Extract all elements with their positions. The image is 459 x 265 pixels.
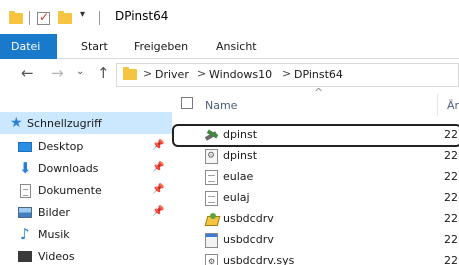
nav-label: Dokumente — [38, 184, 102, 197]
column-divider[interactable] — [437, 94, 438, 116]
catalog-file-icon — [205, 233, 218, 248]
nav-label: Videos — [38, 250, 75, 263]
nav-item-downloads[interactable]: ⬇ Downloads 📌 — [0, 158, 172, 180]
file-date: 22 — [444, 212, 458, 225]
tab-start[interactable]: Start — [81, 40, 108, 53]
setup-info-icon — [205, 212, 218, 227]
window-title: DPinst64 — [115, 9, 169, 23]
file-name: eulaj — [223, 191, 250, 204]
pin-icon[interactable]: 📌 — [152, 206, 164, 217]
quick-access-group[interactable]: ★ Schnellzugriff — [0, 112, 172, 134]
nav-label: Bilder — [38, 206, 70, 219]
file-name: usbdcdrv — [223, 233, 274, 246]
nav-item-bilder[interactable]: Bilder 📌 — [0, 202, 172, 224]
file-name: usbdcdrv.sys — [223, 254, 295, 265]
pin-icon[interactable]: 📌 — [152, 162, 164, 173]
properties-check-icon[interactable]: ✓ — [37, 10, 50, 25]
highlight-callout — [172, 124, 459, 147]
back-arrow-icon[interactable]: ← — [21, 64, 34, 82]
nav-label: Desktop — [38, 140, 84, 153]
system-file-icon — [205, 254, 218, 265]
pin-icon[interactable]: 📌 — [152, 140, 164, 151]
quick-access-label: Schnellzugriff — [27, 117, 102, 130]
download-arrow-icon: ⬇ — [19, 159, 32, 177]
file-row[interactable]: usbdcdrv.sys 22 — [172, 251, 459, 265]
nav-label: Musik — [38, 228, 70, 241]
text-file-icon — [205, 170, 218, 185]
sort-ascending-icon: ^ — [314, 86, 324, 99]
file-name: usbdcdrv — [223, 212, 274, 225]
nav-item-musik[interactable]: ♪ Musik — [0, 224, 172, 246]
tab-freigeben[interactable]: Freigeben — [134, 40, 188, 53]
breadcrumb-dpinst64[interactable]: DPinst64 — [294, 68, 343, 81]
new-folder-icon[interactable] — [58, 11, 72, 24]
breadcrumb-separator: > — [143, 67, 153, 80]
file-date: 22 — [444, 254, 458, 265]
quick-access-dropdown-icon[interactable]: ▾ — [80, 9, 85, 20]
breadcrumb-windows10[interactable]: Windows10 — [209, 68, 272, 81]
file-name: eulae — [223, 170, 254, 183]
file-row[interactable]: usbdcdrv 22 — [172, 209, 459, 230]
select-all-checkbox[interactable] — [181, 97, 193, 109]
file-date: 22 — [444, 170, 458, 183]
file-date: 22 — [444, 233, 458, 246]
file-row[interactable]: eulae 22 — [172, 167, 459, 188]
desktop-icon — [18, 142, 32, 152]
breadcrumb-separator: > — [282, 67, 292, 80]
tab-ansicht[interactable]: Ansicht — [216, 40, 257, 53]
nav-item-dokumente[interactable]: Dokumente 📌 — [0, 180, 172, 202]
nav-label: Downloads — [38, 162, 99, 175]
tab-datei[interactable]: Datei — [0, 34, 57, 59]
folder-icon[interactable] — [9, 11, 23, 24]
recent-locations-chevron-icon[interactable]: ⌄ — [76, 66, 84, 77]
music-note-icon: ♪ — [20, 225, 30, 243]
file-date: 22 — [444, 149, 458, 162]
pin-icon[interactable]: 📌 — [152, 184, 164, 195]
config-file-icon — [205, 149, 218, 164]
video-icon — [18, 251, 32, 262]
text-file-icon — [205, 191, 218, 206]
separator — [29, 11, 30, 25]
file-name: dpinst — [223, 149, 258, 162]
separator — [99, 11, 100, 25]
up-arrow-icon[interactable]: ↑ — [97, 64, 110, 82]
column-header-name[interactable]: Name — [205, 99, 237, 112]
column-header-date[interactable]: Är — [447, 99, 459, 112]
star-icon: ★ — [10, 115, 23, 131]
pictures-icon — [18, 207, 32, 218]
file-row[interactable]: eulaj 22 — [172, 188, 459, 209]
folder-icon — [123, 67, 137, 80]
document-icon — [20, 184, 31, 198]
forward-arrow-icon[interactable]: → — [51, 64, 64, 82]
breadcrumb-driver[interactable]: Driver — [155, 68, 189, 81]
nav-item-videos[interactable]: Videos — [0, 246, 172, 265]
file-row[interactable]: usbdcdrv 22 — [172, 230, 459, 251]
nav-item-desktop[interactable]: Desktop 📌 — [0, 136, 172, 158]
file-row[interactable]: dpinst 22 — [172, 146, 459, 167]
file-date: 22 — [444, 191, 458, 204]
breadcrumb-separator: > — [197, 67, 207, 80]
